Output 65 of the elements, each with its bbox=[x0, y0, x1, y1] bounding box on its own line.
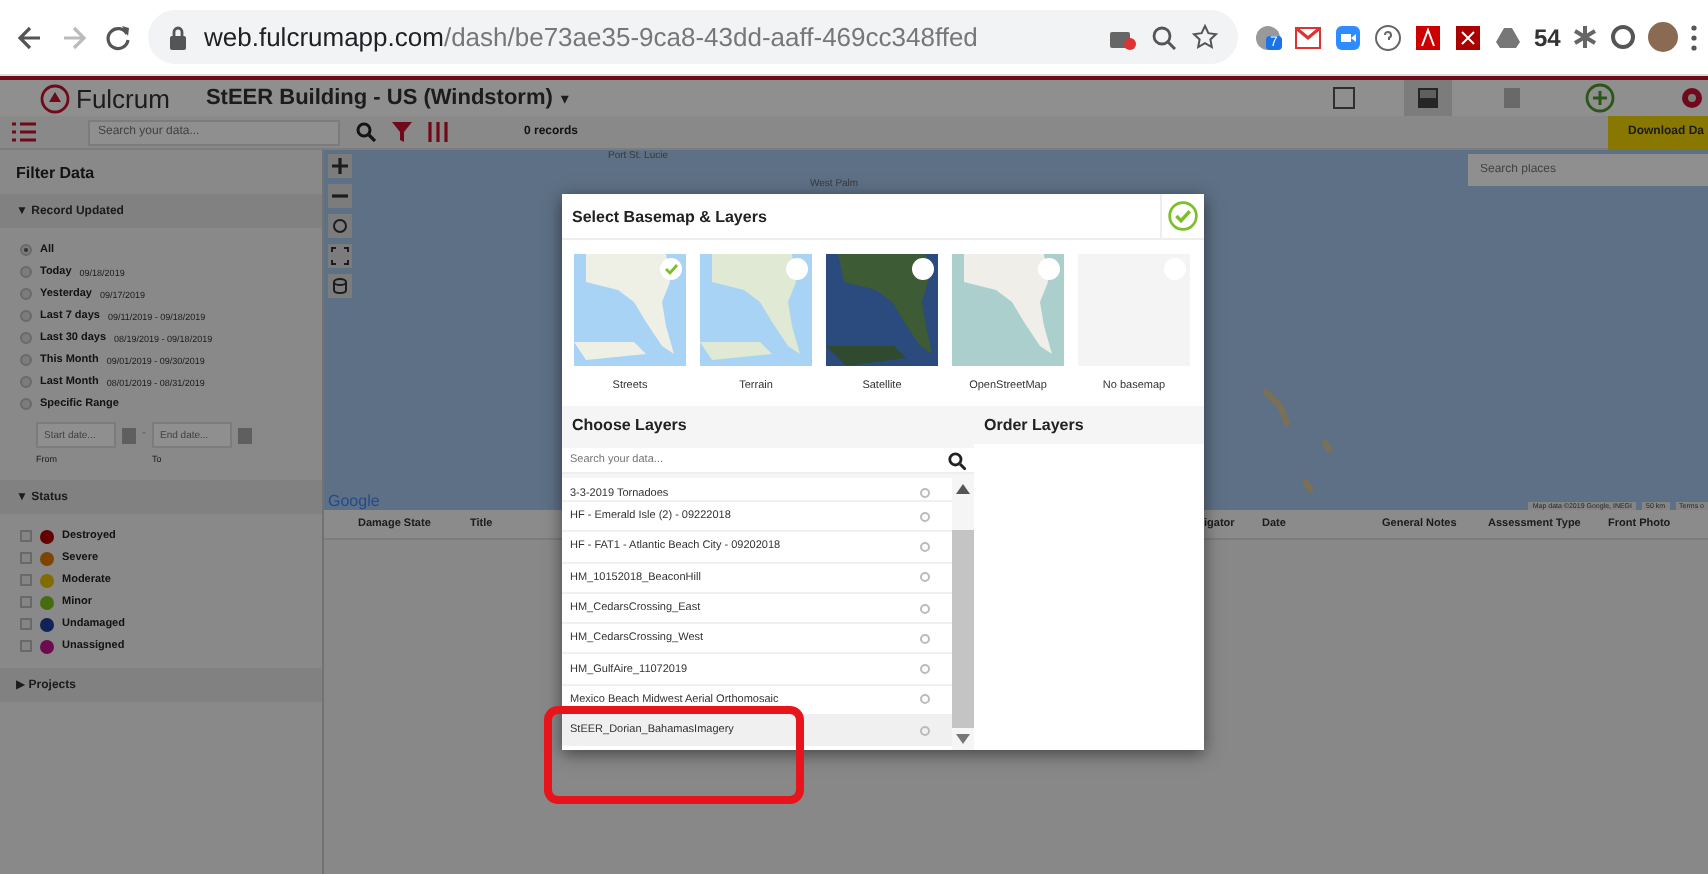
radio-button[interactable] bbox=[920, 725, 930, 736]
url-text: web.fulcrumapp.com/dash/be73ae35-9ca8-43dd-aaff-469cc348ffed bbox=[204, 22, 978, 52]
columns-icon[interactable] bbox=[428, 122, 448, 142]
radio-button[interactable] bbox=[920, 633, 930, 644]
checkbox[interactable] bbox=[20, 574, 32, 586]
layers-icon[interactable] bbox=[328, 274, 352, 298]
checkbox[interactable] bbox=[20, 552, 32, 564]
radio-button[interactable] bbox=[920, 511, 930, 522]
sidebar-title: Filter Data bbox=[14, 162, 97, 186]
radio-button[interactable] bbox=[920, 488, 930, 498]
radio-button[interactable] bbox=[20, 244, 32, 256]
confirm-check-icon[interactable] bbox=[1160, 194, 1204, 238]
radio-button[interactable] bbox=[920, 572, 930, 583]
radio-button[interactable] bbox=[20, 398, 32, 410]
modal-title: Select Basemap & Layers bbox=[572, 207, 767, 225]
section-title: Choose Layers bbox=[570, 414, 689, 438]
checkbox[interactable] bbox=[20, 618, 32, 630]
zoom-icon[interactable] bbox=[1152, 25, 1176, 49]
map-thumbnail bbox=[826, 254, 938, 366]
scrollbar-thumb[interactable] bbox=[952, 530, 974, 728]
avatar[interactable] bbox=[1648, 22, 1679, 52]
zoom-in-icon[interactable] bbox=[328, 154, 352, 178]
map-thumbnail bbox=[574, 254, 686, 366]
filter-icon[interactable] bbox=[392, 122, 412, 142]
zoom-out-icon[interactable] bbox=[328, 184, 352, 208]
menu-icon[interactable] bbox=[1690, 23, 1699, 51]
search-icon[interactable] bbox=[948, 452, 966, 470]
radio-button[interactable] bbox=[920, 694, 930, 705]
fit-bounds-icon[interactable] bbox=[328, 244, 352, 268]
lock-icon bbox=[168, 25, 188, 49]
scrollbar[interactable] bbox=[952, 478, 974, 750]
video-icon[interactable] bbox=[1334, 23, 1362, 51]
locate-icon[interactable] bbox=[328, 214, 352, 238]
circle-icon[interactable] bbox=[1610, 24, 1637, 50]
asterisk-icon[interactable] bbox=[1572, 24, 1599, 50]
list-icon[interactable] bbox=[12, 122, 36, 142]
radio-button[interactable] bbox=[20, 288, 32, 300]
radio-button[interactable] bbox=[20, 332, 32, 344]
back-icon[interactable] bbox=[16, 23, 44, 51]
reload-icon[interactable] bbox=[104, 23, 132, 51]
radio-button[interactable] bbox=[920, 664, 930, 675]
checkbox[interactable] bbox=[20, 596, 32, 608]
logo-text: Fulcrum bbox=[76, 83, 170, 113]
radio-button[interactable] bbox=[20, 354, 32, 366]
help-icon[interactable] bbox=[1374, 23, 1402, 51]
radio-button[interactable] bbox=[20, 310, 32, 322]
mail-icon[interactable] bbox=[1294, 25, 1322, 49]
checkbox[interactable] bbox=[20, 640, 32, 652]
scroll-up-icon[interactable] bbox=[956, 484, 970, 494]
radio-button[interactable] bbox=[20, 266, 32, 278]
radio-button[interactable] bbox=[920, 541, 930, 552]
project-title[interactable]: StEER Building - US (Windstorm) ▾ bbox=[205, 86, 569, 110]
section-title: Order Layers bbox=[974, 406, 1204, 444]
extension-count[interactable]: 54 bbox=[1534, 23, 1561, 51]
star-icon[interactable] bbox=[1192, 24, 1218, 50]
scroll-down-icon[interactable] bbox=[956, 734, 970, 744]
google-logo: Google bbox=[328, 492, 380, 510]
map-thumbnail bbox=[700, 254, 812, 366]
map-thumbnail bbox=[952, 254, 1064, 366]
split-view-icon[interactable] bbox=[1404, 80, 1452, 116]
forward-icon[interactable] bbox=[60, 23, 88, 51]
radio-button[interactable] bbox=[20, 376, 32, 388]
checkbox[interactable] bbox=[20, 530, 32, 542]
address-bar[interactable]: web.fulcrumapp.com/dash/be73ae35-9ca8-43dd-aaff-469cc348ffed bbox=[148, 10, 1238, 64]
radio-button[interactable] bbox=[920, 603, 930, 614]
